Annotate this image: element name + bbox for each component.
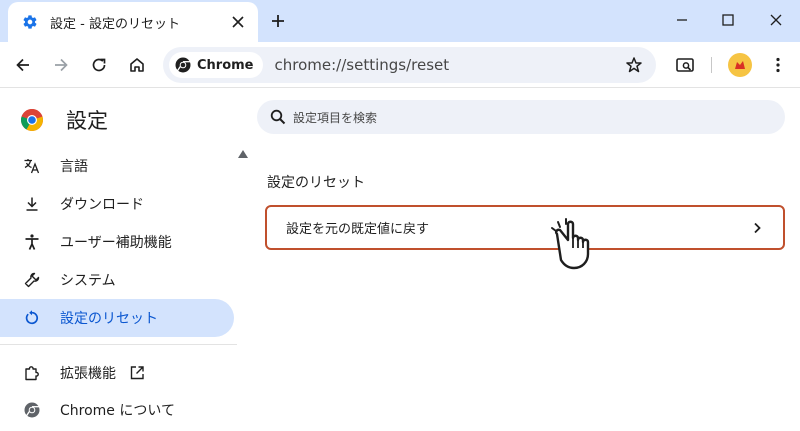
chrome-logo-icon — [20, 108, 44, 132]
settings-brand: 設定 — [20, 105, 108, 135]
reset-icon — [22, 308, 42, 328]
chrome-logo-icon — [175, 57, 191, 73]
sidebar-item-extensions[interactable]: 拡張機能 — [0, 354, 234, 392]
sidebar-item-reset[interactable]: 設定のリセット — [0, 299, 234, 337]
sidebar-item-downloads[interactable]: ダウンロード — [0, 185, 234, 223]
section-title: 設定のリセット — [267, 175, 365, 191]
bookmark-star-icon[interactable] — [622, 53, 646, 77]
address-bar[interactable]: Chrome chrome://settings/reset — [163, 47, 656, 83]
back-icon[interactable] — [11, 53, 35, 77]
hand-pointer-icon — [548, 218, 602, 272]
sidebar-item-label: 言語 — [60, 159, 88, 175]
sidebar-item-label: 設定のリセット — [60, 311, 158, 327]
tab-settings[interactable]: 設定 - 設定のリセット — [8, 2, 258, 42]
site-chip[interactable]: Chrome — [169, 52, 263, 78]
more-menu-icon[interactable] — [766, 53, 790, 77]
sidebar-item-about[interactable]: Chrome について — [0, 391, 234, 429]
sidebar-item-accessibility[interactable]: ユーザー補助機能 — [0, 223, 234, 261]
sidebar-item-label: ユーザー補助機能 — [60, 235, 172, 251]
search-placeholder[interactable]: 設定項目を検索 — [293, 109, 377, 126]
url-text[interactable]: chrome://settings/reset — [275, 56, 622, 74]
settings-sidebar: 設定 言語 ダウンロード ユーザー補助機能 システム 設定のリセット 拡張機能 … — [0, 89, 237, 431]
close-window-icon[interactable] — [764, 8, 788, 32]
forward-icon[interactable] — [49, 53, 73, 77]
new-tab-icon[interactable] — [266, 9, 290, 33]
minimize-icon[interactable] — [670, 8, 694, 32]
open-in-new-icon — [128, 364, 146, 382]
gear-icon — [22, 14, 38, 30]
sidebar-item-languages[interactable]: 言語 — [0, 147, 234, 185]
download-icon — [22, 194, 42, 214]
search-icon — [269, 108, 287, 126]
extension-icon — [22, 363, 42, 383]
translate-icon — [22, 156, 42, 176]
site-chip-label: Chrome — [197, 57, 254, 73]
reload-icon[interactable] — [87, 53, 111, 77]
toolbar: Chrome chrome://settings/reset — [0, 42, 800, 88]
sidebar-item-label: 拡張機能 — [60, 366, 116, 382]
maximize-icon[interactable] — [716, 8, 740, 32]
sidebar-item-label: ダウンロード — [60, 197, 144, 213]
settings-title: 設定 — [66, 109, 108, 133]
tab-title: 設定 - 設定のリセット — [50, 16, 180, 32]
accessibility-icon — [22, 232, 42, 252]
chrome-icon — [22, 400, 42, 420]
tab-strip: 設定 - 設定のリセット — [0, 0, 800, 42]
settings-search[interactable]: 設定項目を検索 — [257, 100, 785, 134]
sidebar-divider — [0, 344, 237, 345]
scroll-up-arrow-icon[interactable] — [237, 148, 249, 160]
restore-defaults-row[interactable]: 設定を元の既定値に戻す — [265, 205, 785, 250]
sidebar-item-system[interactable]: システム — [0, 261, 234, 299]
wrench-icon — [22, 270, 42, 290]
toolbar-separator — [711, 57, 712, 73]
home-icon[interactable] — [125, 53, 149, 77]
profile-avatar[interactable] — [728, 53, 752, 77]
chevron-right-icon — [749, 220, 765, 236]
tab-close-icon[interactable] — [228, 12, 248, 32]
tab-search-icon[interactable] — [673, 53, 697, 77]
sidebar-item-label: Chrome について — [60, 403, 175, 419]
sidebar-item-label: システム — [60, 273, 116, 289]
restore-defaults-label: 設定を元の既定値に戻す — [286, 222, 430, 237]
